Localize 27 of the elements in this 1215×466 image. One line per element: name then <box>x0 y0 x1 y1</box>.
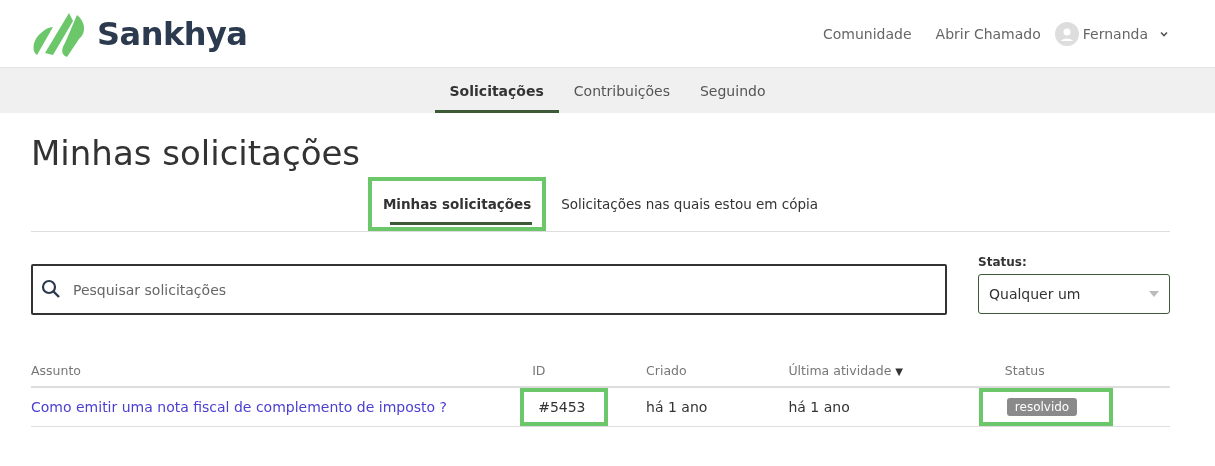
search-icon <box>41 279 61 299</box>
tab[interactable]: Solicitações nas quais estou em cópia <box>546 177 834 231</box>
user-name[interactable]: Fernanda <box>1082 25 1148 42</box>
column-header[interactable]: Última atividade <box>788 363 892 378</box>
tab[interactable]: Minhas solicitações <box>367 177 547 231</box>
sort-indicator[interactable]: ▼ <box>895 366 904 377</box>
header-link[interactable]: Comunidade <box>823 25 912 42</box>
brand-name: Sankhya <box>97 14 248 53</box>
table-cell: #5453 <box>520 388 608 426</box>
caret-icon <box>1149 291 1159 297</box>
status-label: Status: <box>978 255 1028 269</box>
column-header[interactable]: Criado <box>646 363 687 378</box>
status-dropdown[interactable]: Qualquer um <box>978 274 1170 314</box>
header-link[interactable]: Abrir Chamado <box>935 25 1041 42</box>
column-header[interactable]: ID <box>532 363 546 378</box>
nav-tab[interactable]: Seguindo <box>685 68 781 113</box>
column-header[interactable]: Status <box>1004 363 1045 378</box>
avatar-icon <box>1054 21 1079 46</box>
status-badge: resolvido <box>1006 398 1078 416</box>
request-link[interactable]: Como emitir uma nota fiscal de complemento de imposto ? <box>31 399 447 415</box>
table-cell: há 1 ano <box>646 399 708 415</box>
nav-tab[interactable]: Contribuições <box>558 68 685 113</box>
table-cell: há 1 ano <box>788 399 850 415</box>
column-header[interactable]: Assunto <box>31 363 81 378</box>
nav-tab[interactable]: Solicitações <box>434 68 559 113</box>
page-title: Minhas solicitações <box>31 133 362 173</box>
search-field[interactable]: Pesquisar solicitações <box>31 264 947 315</box>
